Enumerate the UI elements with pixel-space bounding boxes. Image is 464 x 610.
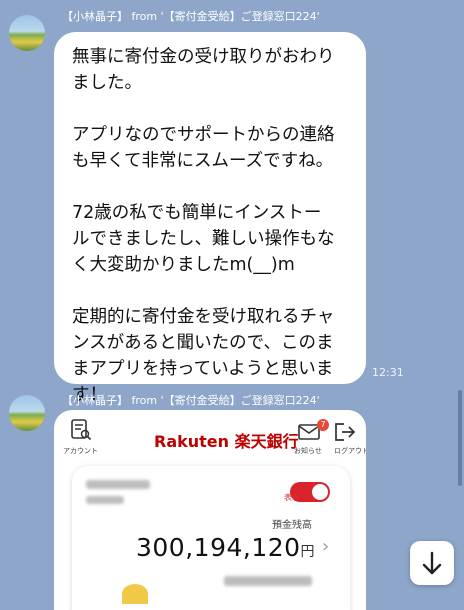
coin-icon [122, 584, 148, 604]
account-icon [70, 418, 92, 446]
balance-label: 預金残高 [272, 520, 312, 531]
logout-icon[interactable] [334, 422, 356, 446]
image-message[interactable]: アカウント Rakuten 楽天銀行 7 お知らせ ログアウト 表示 [54, 410, 366, 610]
message-text: 無事に寄付金の受け取りがおわり ました。 アプリなのでサポートからの連絡 も早く… [72, 47, 335, 405]
logout-label: ログアウト [334, 447, 366, 455]
currency-label: 円 [300, 544, 316, 560]
account-label: アカウント [63, 447, 98, 455]
scroll-down-button[interactable] [410, 541, 454, 585]
blurred-account-info [86, 496, 124, 504]
sender-avatar[interactable] [9, 395, 45, 431]
chevron-right-icon[interactable]: › [322, 536, 329, 557]
sender-name: 【小林晶子】 from '【寄付金受給】ご登録窓口224' [62, 394, 320, 407]
blurred-account-info [224, 576, 312, 586]
notification-badge: 7 [317, 419, 329, 431]
bank-app-header: アカウント Rakuten 楽天銀行 7 お知らせ ログアウト [54, 410, 366, 458]
balance-amount: 300,194,120円 [136, 533, 315, 562]
balance-value: 300,194,120 [136, 533, 301, 562]
blurred-account-info [86, 480, 150, 489]
rakuten-bank-logo: Rakuten 楽天銀行 [154, 432, 299, 451]
notifications-label: お知らせ [294, 447, 322, 455]
message-timestamp: 12:31 [372, 366, 404, 379]
sender-name: 【小林晶子】 from '【寄付金受給】ご登録窓口224' [62, 10, 320, 23]
scrollbar[interactable] [458, 390, 462, 486]
arrow-down-icon [422, 551, 442, 575]
display-toggle-label: 表示 [284, 493, 300, 502]
sender-avatar[interactable] [9, 15, 45, 51]
